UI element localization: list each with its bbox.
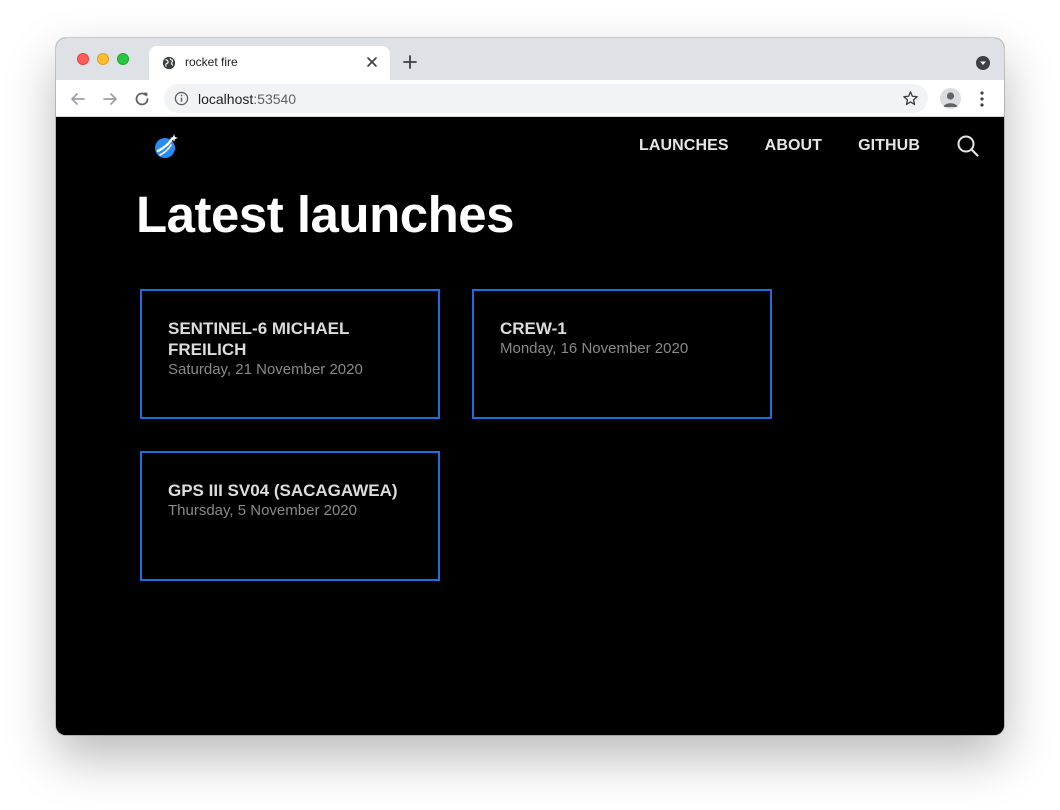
forward-arrow-icon[interactable]: [101, 90, 119, 108]
profile-icon[interactable]: [940, 88, 961, 109]
url-host: localhost: [198, 91, 254, 107]
browser-toolbar: localhost:53540: [56, 80, 1004, 117]
site-nav: LAUNCHES ABOUT GITHUB: [639, 137, 920, 155]
launch-date: Thursday, 5 November 2020: [168, 502, 357, 519]
chevron-down-icon[interactable]: [976, 56, 990, 70]
minimize-window-button[interactable]: [97, 53, 109, 65]
back-arrow-icon[interactable]: [69, 90, 87, 108]
more-vert-icon[interactable]: [974, 90, 990, 108]
tab-strip: rocket fire: [56, 38, 1004, 80]
info-icon[interactable]: [174, 91, 189, 106]
close-window-button[interactable]: [77, 53, 89, 65]
launch-name: SENTINEL-6 MICHAEL FREILICH: [168, 319, 350, 359]
nav-github[interactable]: GITHUB: [858, 137, 920, 155]
browser-window: rocket fire localhost:53540 LAUNCHES ABO…: [56, 38, 1004, 735]
page-title: Latest launches: [136, 186, 514, 243]
launch-date: Monday, 16 November 2020: [500, 340, 689, 357]
launch-card[interactable]: CREW-1 Monday, 16 November 2020: [472, 289, 772, 419]
plus-icon[interactable]: [402, 54, 418, 70]
search-icon[interactable]: [956, 134, 980, 158]
reload-icon[interactable]: [133, 90, 151, 108]
launch-date: Saturday, 21 November 2020: [168, 361, 363, 378]
launch-name: GPS III SV04 (SACAGAWEA): [168, 481, 398, 500]
nav-launches[interactable]: LAUNCHES: [639, 137, 729, 155]
tab-title: rocket fire: [185, 55, 238, 69]
address-bar[interactable]: localhost:53540: [164, 84, 928, 113]
browser-tab[interactable]: rocket fire: [149, 46, 390, 80]
url-text: localhost:53540: [198, 91, 296, 107]
nav-about[interactable]: ABOUT: [765, 137, 822, 155]
close-icon[interactable]: [364, 54, 380, 70]
launch-name: CREW-1: [500, 319, 567, 338]
zoom-window-button[interactable]: [117, 53, 129, 65]
launch-card[interactable]: GPS III SV04 (SACAGAWEA) Thursday, 5 Nov…: [140, 451, 440, 581]
star-icon[interactable]: [902, 90, 919, 107]
page-content: LAUNCHES ABOUT GITHUB Latest launches SE…: [56, 117, 1004, 735]
launch-card[interactable]: SENTINEL-6 MICHAEL FREILICH Saturday, 21…: [140, 289, 440, 419]
globe-icon: [162, 56, 176, 70]
rocket-logo-icon[interactable]: [152, 131, 182, 161]
url-port: :53540: [253, 91, 297, 107]
